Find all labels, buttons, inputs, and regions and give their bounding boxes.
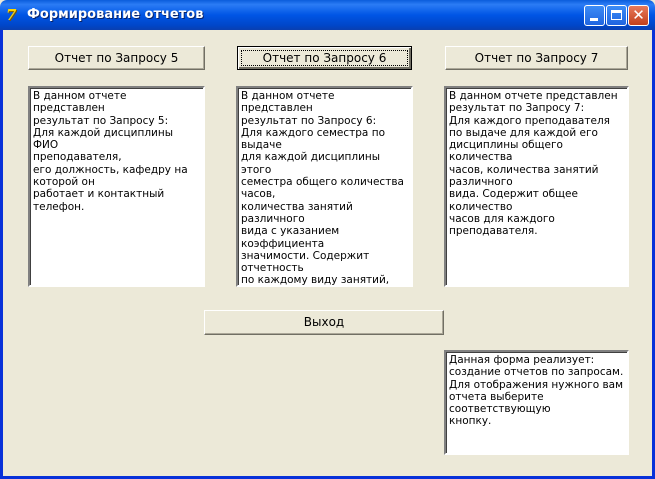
delphi-app-icon: 7 xyxy=(6,6,17,24)
report7-button[interactable]: Отчет по Запросу 7 xyxy=(445,46,628,70)
report5-description-memo[interactable]: В данном отчете представлен результат по… xyxy=(28,86,205,287)
maximize-button[interactable] xyxy=(606,5,627,26)
report6-button-label: Отчет по Запросу 6 xyxy=(262,51,387,65)
minimize-icon xyxy=(590,18,598,21)
minimize-button[interactable] xyxy=(584,5,605,26)
close-button[interactable]: ✕ xyxy=(628,5,649,26)
report-form-window: 7 Формирование отчетов ✕ Отчет по Запрос… xyxy=(0,0,655,479)
report6-button[interactable]: Отчет по Запросу 6 xyxy=(237,46,412,70)
window-title: Формирование отчетов xyxy=(27,7,204,22)
report6-description-memo[interactable]: В данном отчете представлен результат по… xyxy=(236,86,413,287)
close-icon: ✕ xyxy=(632,6,645,24)
report7-description-memo[interactable]: В данном отчете представлен результат по… xyxy=(444,86,629,287)
window-frame-left xyxy=(0,30,3,479)
info-memo[interactable]: Данная форма реализует: создание отчетов… xyxy=(444,350,629,455)
title-bar[interactable]: 7 Формирование отчетов ✕ xyxy=(0,0,655,30)
report5-button[interactable]: Отчет по Запросу 5 xyxy=(28,46,205,70)
maximize-icon xyxy=(611,10,622,20)
exit-button[interactable]: Выход xyxy=(204,310,444,335)
